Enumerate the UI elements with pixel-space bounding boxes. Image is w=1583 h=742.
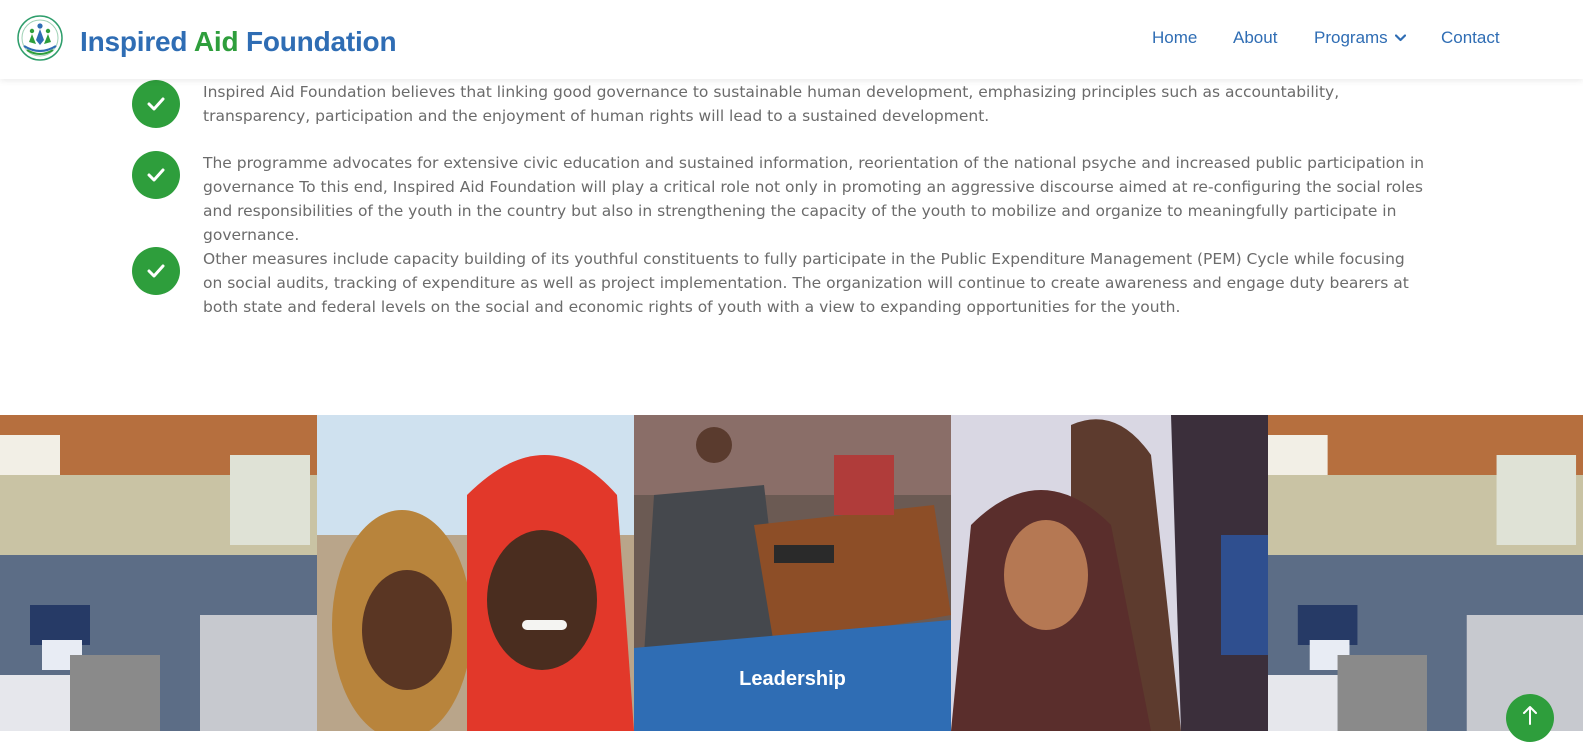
nav-programs-label: Programs	[1314, 28, 1388, 47]
check-icon	[132, 247, 180, 295]
leadership-label[interactable]: Leadership	[634, 668, 951, 691]
site-header: Inspired Aid Foundation Home About Progr…	[0, 0, 1583, 79]
gallery-image-women-smiling[interactable]	[317, 415, 634, 731]
list-item-text: Other measures include capacity building…	[203, 250, 1409, 316]
arrow-up-icon	[1523, 706, 1537, 725]
nav-about[interactable]: About	[1233, 27, 1277, 49]
nav-contact[interactable]: Contact	[1441, 27, 1500, 49]
logo-word-foundation: Foundation	[245, 26, 397, 57]
list-item-text: The programme advocates for extensive ci…	[203, 154, 1425, 244]
lotus-people-icon[interactable]	[16, 14, 64, 62]
check-icon	[132, 151, 180, 199]
nav-home[interactable]: Home	[1152, 27, 1197, 49]
nav-programs[interactable]: Programs	[1314, 27, 1406, 49]
check-icon	[132, 80, 180, 128]
site-logo-text[interactable]: Inspired Aid Foundation	[80, 26, 397, 58]
chevron-down-icon	[1394, 34, 1406, 42]
logo-word-inspired: Inspired	[80, 26, 188, 57]
list-item-text: Inspired Aid Foundation believes that li…	[203, 83, 1340, 125]
scroll-to-top-button[interactable]	[1506, 694, 1554, 742]
gallery-image-young-women[interactable]	[951, 415, 1268, 731]
gallery-image-training[interactable]	[0, 415, 317, 731]
gallery-image-training-repeat[interactable]	[1268, 415, 1583, 731]
logo-word-aid: Aid	[193, 26, 239, 57]
